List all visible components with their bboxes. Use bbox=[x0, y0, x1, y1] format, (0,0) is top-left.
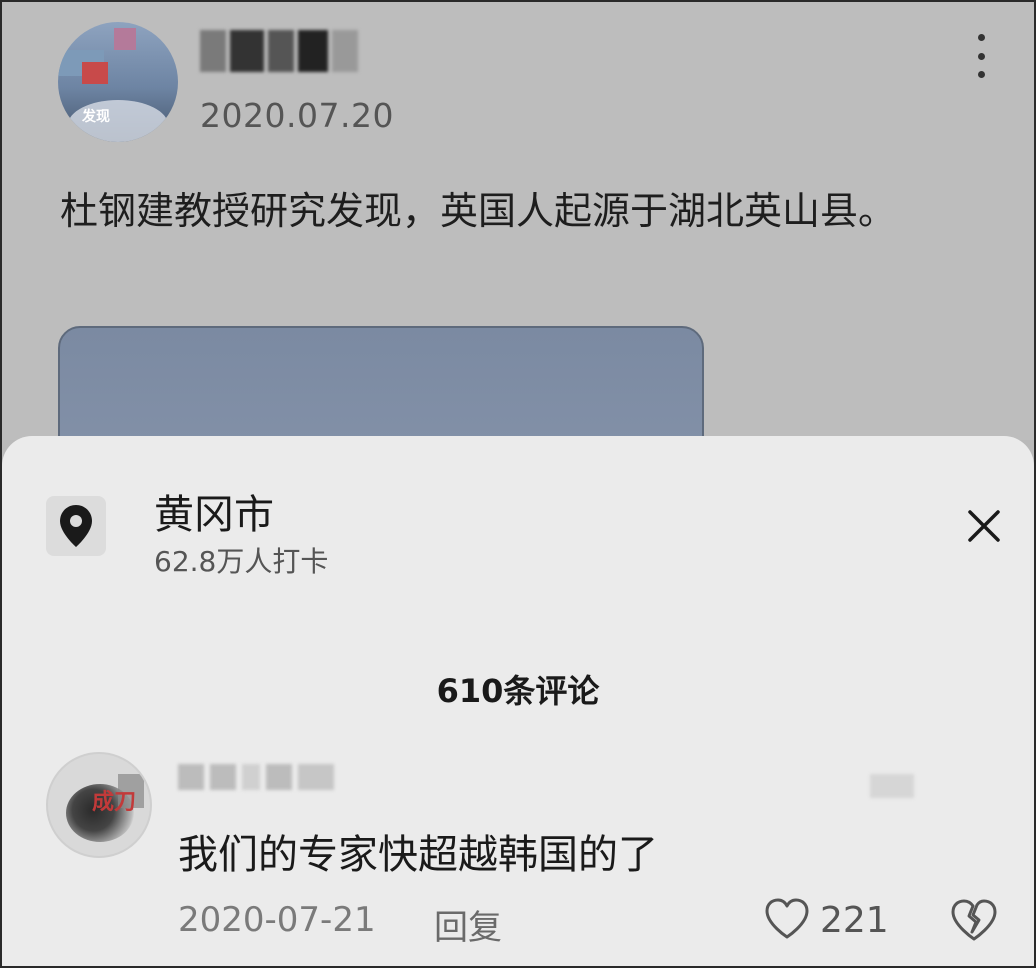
comment-count: 610条评论 bbox=[436, 672, 600, 710]
location-pin-icon bbox=[46, 496, 106, 556]
author-avatar[interactable]: 发现 bbox=[58, 22, 178, 142]
location-checkins: 62.8万人打卡 bbox=[154, 545, 329, 578]
like-count: 221 bbox=[820, 900, 889, 941]
comment-text: 我们的专家快超越韩国的了 bbox=[178, 832, 658, 878]
avatar-seal: 成刀 bbox=[92, 790, 137, 815]
location-name[interactable]: 黄冈市 bbox=[154, 482, 274, 540]
avatar-tag: 发现 bbox=[82, 109, 110, 125]
commenter-avatar[interactable]: 成刀 bbox=[46, 752, 152, 858]
commenter-badge-redacted bbox=[870, 774, 914, 798]
broken-heart-icon[interactable] bbox=[950, 898, 998, 942]
post-text: 杜钢建教授研究发现，英国人起源于湖北英山县。 bbox=[60, 189, 897, 233]
author-name-redacted[interactable] bbox=[200, 30, 358, 76]
post-card: 发现 2020.07.20 杜钢建教授研究发现，英国人起源于湖北英山县。 bbox=[0, 0, 1036, 466]
post-date: 2020.07.20 bbox=[200, 96, 394, 135]
heart-icon[interactable] bbox=[764, 898, 810, 940]
close-icon[interactable] bbox=[964, 506, 1004, 546]
reply-button[interactable]: 回复 bbox=[434, 900, 502, 949]
more-icon[interactable] bbox=[970, 34, 992, 78]
commenter-name-redacted[interactable] bbox=[178, 764, 334, 790]
comment-date: 2020-07-21 bbox=[178, 900, 376, 940]
